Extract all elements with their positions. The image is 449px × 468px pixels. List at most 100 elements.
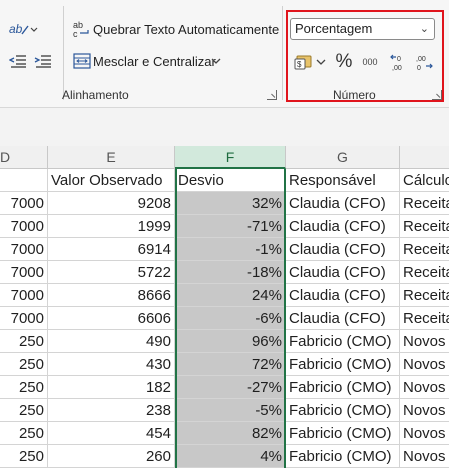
table-cell[interactable]: 9208 [48, 192, 175, 215]
table-cell[interactable]: Claudia (CFO) [286, 192, 400, 215]
number-group-highlight [286, 10, 444, 102]
table-row: 7000 8666 24% Claudia (CFO) Receita [0, 284, 449, 307]
table-cell[interactable]: Claudia (CFO) [286, 261, 400, 284]
formula-gap [0, 108, 449, 146]
table-cell[interactable]: Claudia (CFO) [286, 307, 400, 330]
table-cell[interactable]: 238 [48, 399, 175, 422]
table-header-row: Valor Observado Desvio Responsável Cálcu… [0, 169, 449, 192]
header-cell[interactable]: Cálculo [400, 169, 449, 192]
table-cell[interactable]: Fabricio (CMO) [286, 445, 400, 468]
table-cell[interactable]: 4% [175, 445, 286, 468]
table-cell[interactable]: 250 [0, 422, 48, 445]
svg-text:ab: ab [9, 22, 23, 36]
table-row: 250 260 4% Fabricio (CMO) Novos [0, 445, 449, 468]
table-cell[interactable]: 7000 [0, 192, 48, 215]
column-header-f[interactable]: F [175, 146, 286, 169]
table-cell[interactable]: Fabricio (CMO) [286, 330, 400, 353]
table-cell[interactable]: -1% [175, 238, 286, 261]
table-cell[interactable]: Novos [400, 353, 449, 376]
table-row: 7000 6914 -1% Claudia (CFO) Receita [0, 238, 449, 261]
table-cell[interactable]: 1999 [48, 215, 175, 238]
table-cell[interactable]: 24% [175, 284, 286, 307]
alignment-group-label: Alinhamento [62, 88, 129, 102]
table-cell[interactable]: Claudia (CFO) [286, 238, 400, 261]
wrap-text-icon[interactable]: ab c [72, 18, 92, 40]
table-cell[interactable]: 7000 [0, 238, 48, 261]
table-cell[interactable]: 490 [48, 330, 175, 353]
table-row: 250 490 96% Fabricio (CMO) Novos [0, 330, 449, 353]
wrap-text-button[interactable]: Quebrar Texto Automaticamente [93, 22, 279, 37]
table-cell[interactable]: Fabricio (CMO) [286, 399, 400, 422]
table-cell[interactable]: 6914 [48, 238, 175, 261]
table-cell[interactable]: 260 [48, 445, 175, 468]
table-cell[interactable]: 182 [48, 376, 175, 399]
table-cell[interactable]: -18% [175, 261, 286, 284]
text-orientation-icon[interactable]: ab [8, 20, 38, 38]
table-cell[interactable]: Fabricio (CMO) [286, 376, 400, 399]
table-cell[interactable]: 82% [175, 422, 286, 445]
table-cell[interactable]: 5722 [48, 261, 175, 284]
table-cell[interactable]: Fabricio (CMO) [286, 353, 400, 376]
table-cell[interactable]: Receita [400, 284, 449, 307]
alignment-launcher-icon[interactable] [267, 90, 277, 100]
table-cell[interactable]: 7000 [0, 215, 48, 238]
table-cell[interactable]: Novos [400, 399, 449, 422]
header-cell[interactable]: Valor Observado [48, 169, 175, 192]
merge-dropdown-chevron-icon[interactable] [210, 54, 222, 68]
table-cell[interactable]: Claudia (CFO) [286, 284, 400, 307]
table-cell[interactable]: Receita [400, 238, 449, 261]
table-row: 7000 5722 -18% Claudia (CFO) Receita [0, 261, 449, 284]
table-cell[interactable]: 454 [48, 422, 175, 445]
table-row: 7000 1999 -71% Claudia (CFO) Receita [0, 215, 449, 238]
table-cell[interactable]: Novos [400, 376, 449, 399]
table-row: 250 430 72% Fabricio (CMO) Novos [0, 353, 449, 376]
table-cell[interactable]: Novos [400, 330, 449, 353]
table-row: 7000 9208 32% Claudia (CFO) Receita [0, 192, 449, 215]
table-cell[interactable]: Fabricio (CMO) [286, 422, 400, 445]
table-cell[interactable]: -71% [175, 215, 286, 238]
column-header-g[interactable]: G [286, 146, 400, 169]
table-cell[interactable]: -27% [175, 376, 286, 399]
header-cell[interactable]: Desvio [175, 169, 286, 192]
table-cell[interactable]: 250 [0, 399, 48, 422]
table-cell[interactable]: Novos [400, 422, 449, 445]
table-cell[interactable]: 250 [0, 330, 48, 353]
table-row: 250 238 -5% Fabricio (CMO) Novos [0, 399, 449, 422]
worksheet[interactable]: D E F G Valor Observado Desvio Responsáv… [0, 146, 449, 468]
column-header-d[interactable]: D [0, 146, 48, 169]
table-row: 250 454 82% Fabricio (CMO) Novos [0, 422, 449, 445]
table-cell[interactable]: 6606 [48, 307, 175, 330]
table-cell[interactable]: 8666 [48, 284, 175, 307]
table-cell[interactable]: 250 [0, 353, 48, 376]
table-cell[interactable]: Receita [400, 215, 449, 238]
ribbon: ab ab c Quebrar Texto Automaticamente Me… [0, 0, 449, 108]
table-cell[interactable]: 32% [175, 192, 286, 215]
table-cell[interactable]: 7000 [0, 307, 48, 330]
column-header-e[interactable]: E [48, 146, 175, 169]
table-cell[interactable]: Receita [400, 261, 449, 284]
table-cell[interactable]: Novos [400, 445, 449, 468]
increase-indent-icon[interactable] [33, 52, 53, 70]
header-cell[interactable] [0, 169, 48, 192]
table-cell[interactable]: Receita [400, 307, 449, 330]
table-row: 250 182 -27% Fabricio (CMO) Novos [0, 376, 449, 399]
group-separator [63, 6, 64, 100]
table-cell[interactable]: 96% [175, 330, 286, 353]
table-cell[interactable]: 250 [0, 376, 48, 399]
table-cell[interactable]: 430 [48, 353, 175, 376]
table-cell[interactable]: 250 [0, 445, 48, 468]
table-row: 7000 6606 -6% Claudia (CFO) Receita [0, 307, 449, 330]
table-cell[interactable]: 72% [175, 353, 286, 376]
column-header-h[interactable] [400, 146, 449, 169]
table-cell[interactable]: -5% [175, 399, 286, 422]
merge-center-button[interactable]: Mesclar e Centralizar [93, 54, 216, 69]
table-cell[interactable]: -6% [175, 307, 286, 330]
decrease-indent-icon[interactable] [8, 52, 28, 70]
merge-center-icon[interactable] [72, 51, 92, 71]
table-cell[interactable]: 7000 [0, 261, 48, 284]
table-cell[interactable]: 7000 [0, 284, 48, 307]
group-separator [282, 6, 283, 100]
header-cell[interactable]: Responsável [286, 169, 400, 192]
table-cell[interactable]: Claudia (CFO) [286, 215, 400, 238]
table-cell[interactable]: Receita [400, 192, 449, 215]
